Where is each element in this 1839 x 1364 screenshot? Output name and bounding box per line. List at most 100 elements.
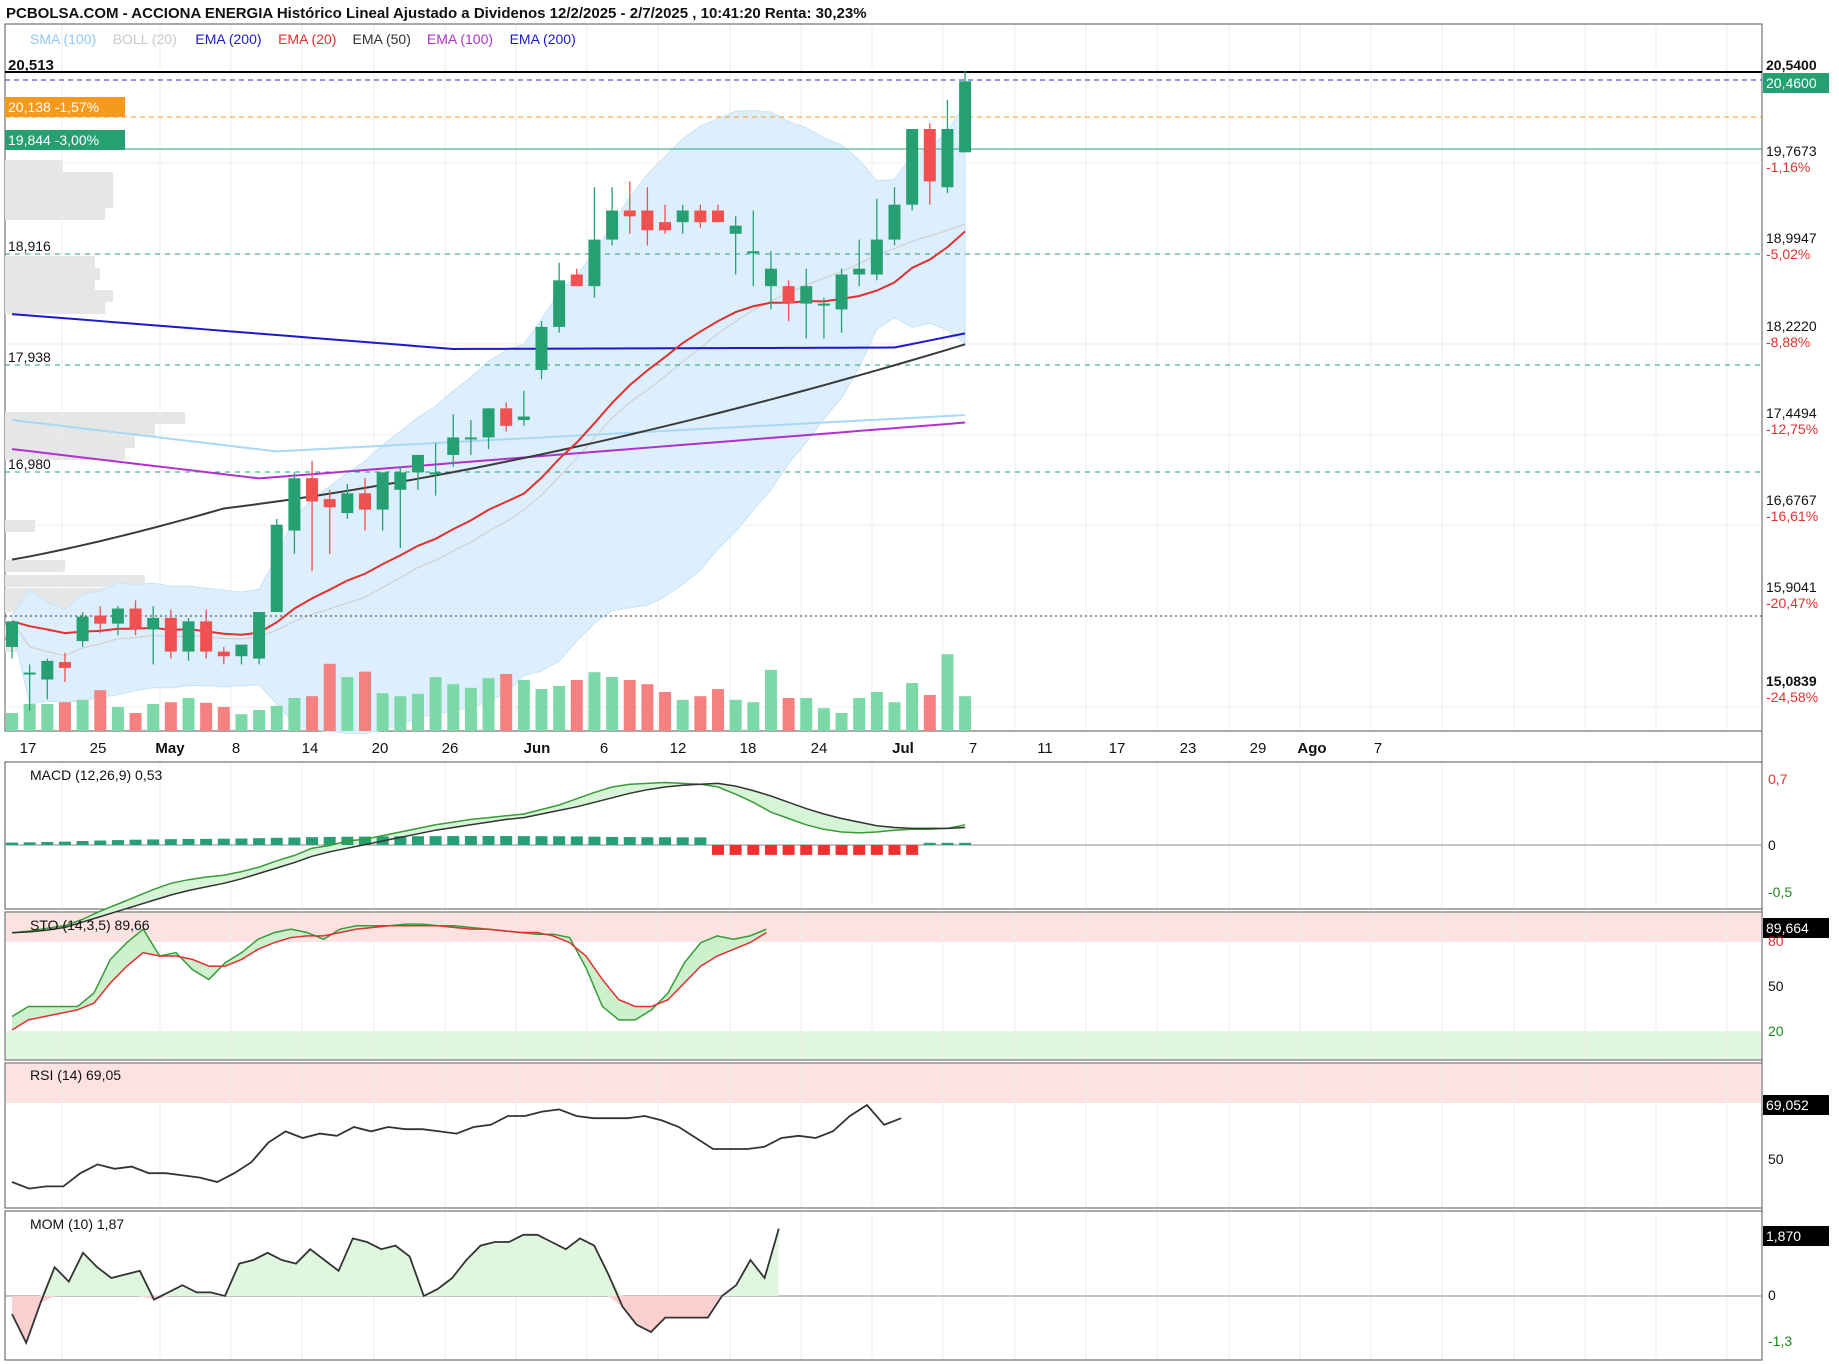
last-price-badge: 20,4600 bbox=[1766, 75, 1817, 91]
candle-body bbox=[164, 617, 177, 652]
volume-bar bbox=[712, 689, 724, 731]
price-axis-pct: -24,58% bbox=[1766, 689, 1818, 705]
candle-body bbox=[235, 644, 248, 657]
candle-body bbox=[570, 274, 583, 287]
candle-body bbox=[729, 225, 742, 234]
candle-body bbox=[111, 608, 124, 624]
volume-bar bbox=[217, 707, 230, 731]
x-axis-label: 18 bbox=[740, 740, 757, 757]
macd-histogram-bar bbox=[147, 839, 160, 845]
volume-bar bbox=[411, 693, 424, 731]
volume-bar bbox=[500, 674, 513, 731]
x-axis-label: 8 bbox=[232, 740, 240, 757]
macd-histogram-bar bbox=[729, 845, 742, 855]
macd-histogram-bar bbox=[853, 845, 866, 855]
candle-body bbox=[747, 251, 760, 254]
volume-profile-bar bbox=[5, 560, 65, 572]
macd-histogram-bar bbox=[782, 845, 795, 855]
candle-body bbox=[482, 408, 495, 438]
macd-axis-label: 0,7 bbox=[1768, 771, 1788, 787]
volume-bar bbox=[376, 693, 389, 731]
volume-bar bbox=[817, 708, 830, 731]
x-axis-label: 17 bbox=[1109, 740, 1126, 757]
macd-histogram-bar bbox=[553, 836, 566, 845]
candle-body bbox=[76, 616, 89, 642]
macd-histogram-bar bbox=[623, 837, 636, 845]
volume-profile-bar bbox=[5, 196, 113, 208]
macd-histogram-bar bbox=[570, 836, 583, 845]
candle-body bbox=[870, 239, 883, 275]
support-label: 17,938 bbox=[8, 349, 51, 365]
sto-oversold-zone bbox=[6, 1031, 1761, 1059]
sto-axis-label: 20 bbox=[1768, 1023, 1784, 1039]
macd-histogram-bar bbox=[411, 836, 424, 845]
x-axis-label: 7 bbox=[969, 740, 977, 757]
volume-bar bbox=[41, 704, 54, 731]
volume-bar bbox=[959, 696, 972, 731]
support-label: 16,980 bbox=[8, 456, 51, 472]
volume-bar bbox=[94, 690, 107, 731]
macd-histogram-bar bbox=[606, 836, 619, 845]
volume-bar bbox=[323, 663, 336, 731]
candle-body bbox=[764, 268, 777, 287]
macd-histogram-bar bbox=[747, 845, 760, 855]
candle-body bbox=[200, 621, 213, 652]
candle-body bbox=[288, 478, 301, 531]
price-axis-pct: -20,47% bbox=[1766, 595, 1818, 611]
volume-bar bbox=[447, 684, 460, 731]
candle-body bbox=[341, 493, 354, 514]
volume-profile-bar bbox=[5, 290, 113, 302]
candle-body bbox=[623, 210, 636, 217]
price-axis-label: 15,0839 bbox=[1766, 673, 1817, 689]
macd-histogram-bar bbox=[306, 837, 319, 845]
volume-profile-bar bbox=[5, 160, 63, 172]
mom-axis-label: 0 bbox=[1768, 1287, 1776, 1303]
macd-histogram-bar bbox=[288, 837, 301, 845]
volume-bar bbox=[535, 689, 548, 731]
sto-axis-label: 50 bbox=[1768, 978, 1784, 994]
volume-bar bbox=[676, 699, 689, 731]
macd-histogram-bar bbox=[500, 836, 513, 845]
candle-body bbox=[94, 615, 107, 624]
candle-body bbox=[676, 210, 689, 223]
x-axis-label: 25 bbox=[90, 740, 107, 757]
candle-body bbox=[6, 621, 18, 647]
rsi-overbought-zone bbox=[6, 1064, 1761, 1103]
price-axis-pct: -8,88% bbox=[1766, 334, 1810, 350]
volume-bar bbox=[270, 705, 283, 731]
volume-bar bbox=[853, 698, 866, 731]
volume-bar bbox=[923, 695, 936, 731]
macd-histogram-bar bbox=[94, 840, 107, 845]
candle-body bbox=[641, 210, 654, 231]
volume-profile-bar bbox=[5, 184, 113, 196]
panel-frame bbox=[4, 761, 1763, 910]
max-price-label: 20,513 bbox=[8, 57, 54, 74]
volume-bar bbox=[464, 687, 477, 731]
macd-histogram-bar bbox=[764, 845, 777, 855]
macd-histogram-bar bbox=[659, 837, 672, 845]
volume-profile-bar bbox=[5, 436, 135, 448]
macd-histogram-bar bbox=[464, 836, 477, 845]
macd-histogram-bar bbox=[906, 845, 919, 855]
x-axis-label: 7 bbox=[1374, 740, 1382, 757]
macd-histogram-bar bbox=[959, 842, 972, 845]
candle-body bbox=[888, 204, 901, 240]
macd-histogram-bar bbox=[58, 841, 71, 845]
volume-bar bbox=[235, 714, 248, 731]
x-axis-label: Jul bbox=[892, 740, 914, 757]
price-axis-label: 15,9041 bbox=[1766, 579, 1817, 595]
chart-page: SMA (100) BOLL (20) EMA (200) EMA (20) EMA (… bbox=[0, 0, 1839, 1364]
volume-bar bbox=[164, 702, 177, 731]
candle-body bbox=[500, 408, 513, 426]
volume-bar bbox=[517, 680, 530, 731]
candle-body bbox=[182, 621, 195, 652]
candle-body bbox=[659, 222, 672, 231]
macd-histogram-bar bbox=[835, 845, 848, 855]
x-axis-label: Jun bbox=[524, 740, 551, 757]
volume-bar bbox=[588, 672, 601, 731]
macd-histogram-bar bbox=[923, 842, 936, 845]
candle-body bbox=[817, 303, 830, 306]
x-axis-label: 20 bbox=[372, 740, 389, 757]
volume-profile-bar bbox=[5, 256, 95, 268]
candle-body bbox=[253, 612, 266, 659]
